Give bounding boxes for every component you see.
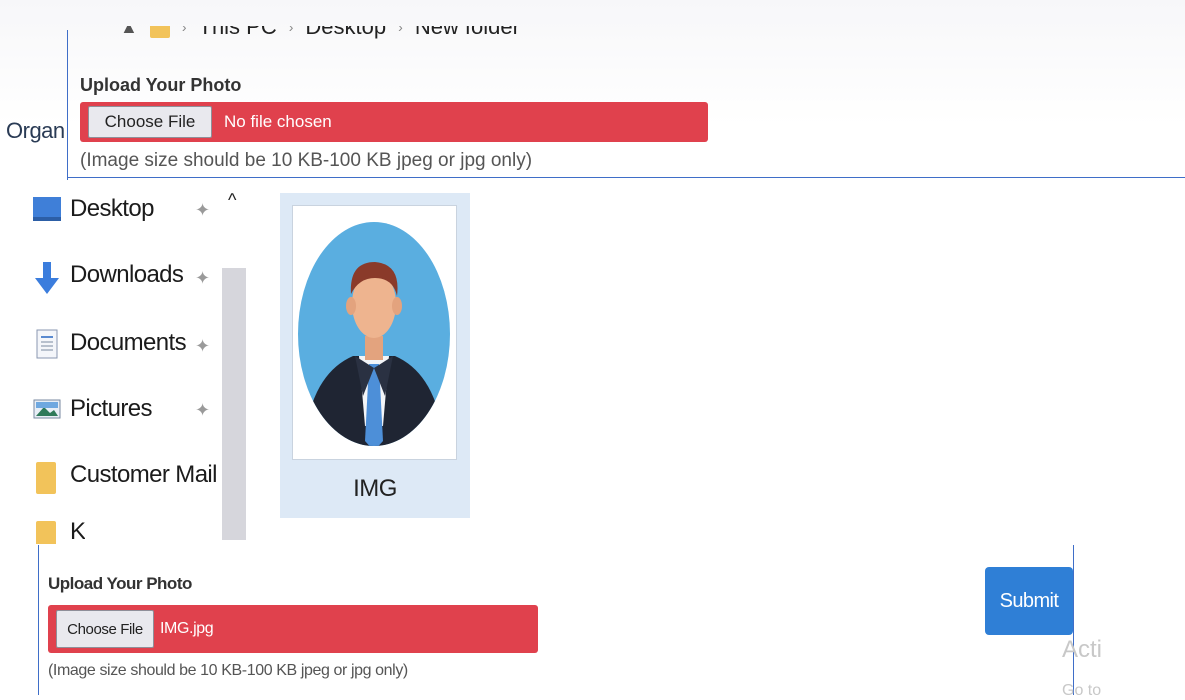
panel-border xyxy=(38,545,39,695)
scroll-up-arrow-icon[interactable]: ^ xyxy=(228,190,236,211)
upload-hint: (Image size should be 10 KB-100 KB jpeg … xyxy=(48,662,408,679)
panel-border xyxy=(67,30,68,180)
thumbnail-frame xyxy=(292,205,457,460)
panel-divider xyxy=(67,177,1185,178)
organize-menu[interactable]: Organ xyxy=(6,118,65,144)
file-name-label: IMG xyxy=(353,475,397,502)
nav-item-label: Pictures xyxy=(70,395,153,422)
upload-hint: (Image size should be 10 KB-100 KB jpeg … xyxy=(80,150,533,171)
pin-icon[interactable]: ✦ xyxy=(195,268,210,289)
upload-title: Upload Your Photo xyxy=(48,574,192,593)
nav-item-pictures[interactable]: Pictures xyxy=(32,394,153,424)
folder-icon xyxy=(32,520,62,544)
nav-item-truncated[interactable]: K xyxy=(32,520,85,544)
activation-watermark: Go to xyxy=(1062,682,1102,699)
choose-file-button[interactable]: Choose File xyxy=(88,106,212,138)
panel-border xyxy=(1073,545,1074,695)
nav-item-label: K xyxy=(70,520,86,544)
nav-item-label: Downloads xyxy=(70,261,184,288)
nav-item-customer-mail[interactable]: Customer Mail A xyxy=(32,460,220,494)
pin-icon[interactable]: ✦ xyxy=(195,400,210,421)
nav-item-desktop[interactable]: Desktop xyxy=(32,194,154,224)
file-input-bar[interactable]: Choose File IMG.jpg xyxy=(48,605,538,653)
submit-button[interactable]: Submit xyxy=(985,567,1073,635)
upload-title: Upload Your Photo xyxy=(80,75,242,95)
nav-item-label: Customer Mail A xyxy=(70,461,220,488)
pin-icon[interactable]: ✦ xyxy=(195,200,210,221)
scrollbar-thumb[interactable] xyxy=(222,268,246,540)
desktop-icon xyxy=(32,194,62,224)
pictures-icon xyxy=(32,394,62,424)
folder-icon xyxy=(32,460,62,494)
person-avatar-icon xyxy=(298,222,450,446)
document-icon xyxy=(32,328,62,359)
nav-item-label: Documents xyxy=(70,329,187,356)
nav-item-label: Desktop xyxy=(70,195,154,222)
activation-watermark: Acti xyxy=(1062,636,1103,663)
nav-item-documents[interactable]: Documents xyxy=(32,328,187,359)
nav-item-downloads[interactable]: Downloads xyxy=(32,260,184,294)
pin-icon[interactable]: ✦ xyxy=(195,336,210,357)
choose-file-button[interactable]: Choose File xyxy=(56,610,154,648)
file-status-text: No file chosen xyxy=(224,112,332,131)
download-arrow-icon xyxy=(32,260,62,294)
file-input-bar[interactable]: Choose File No file chosen xyxy=(80,102,708,142)
file-status-text: IMG.jpg xyxy=(160,620,214,637)
